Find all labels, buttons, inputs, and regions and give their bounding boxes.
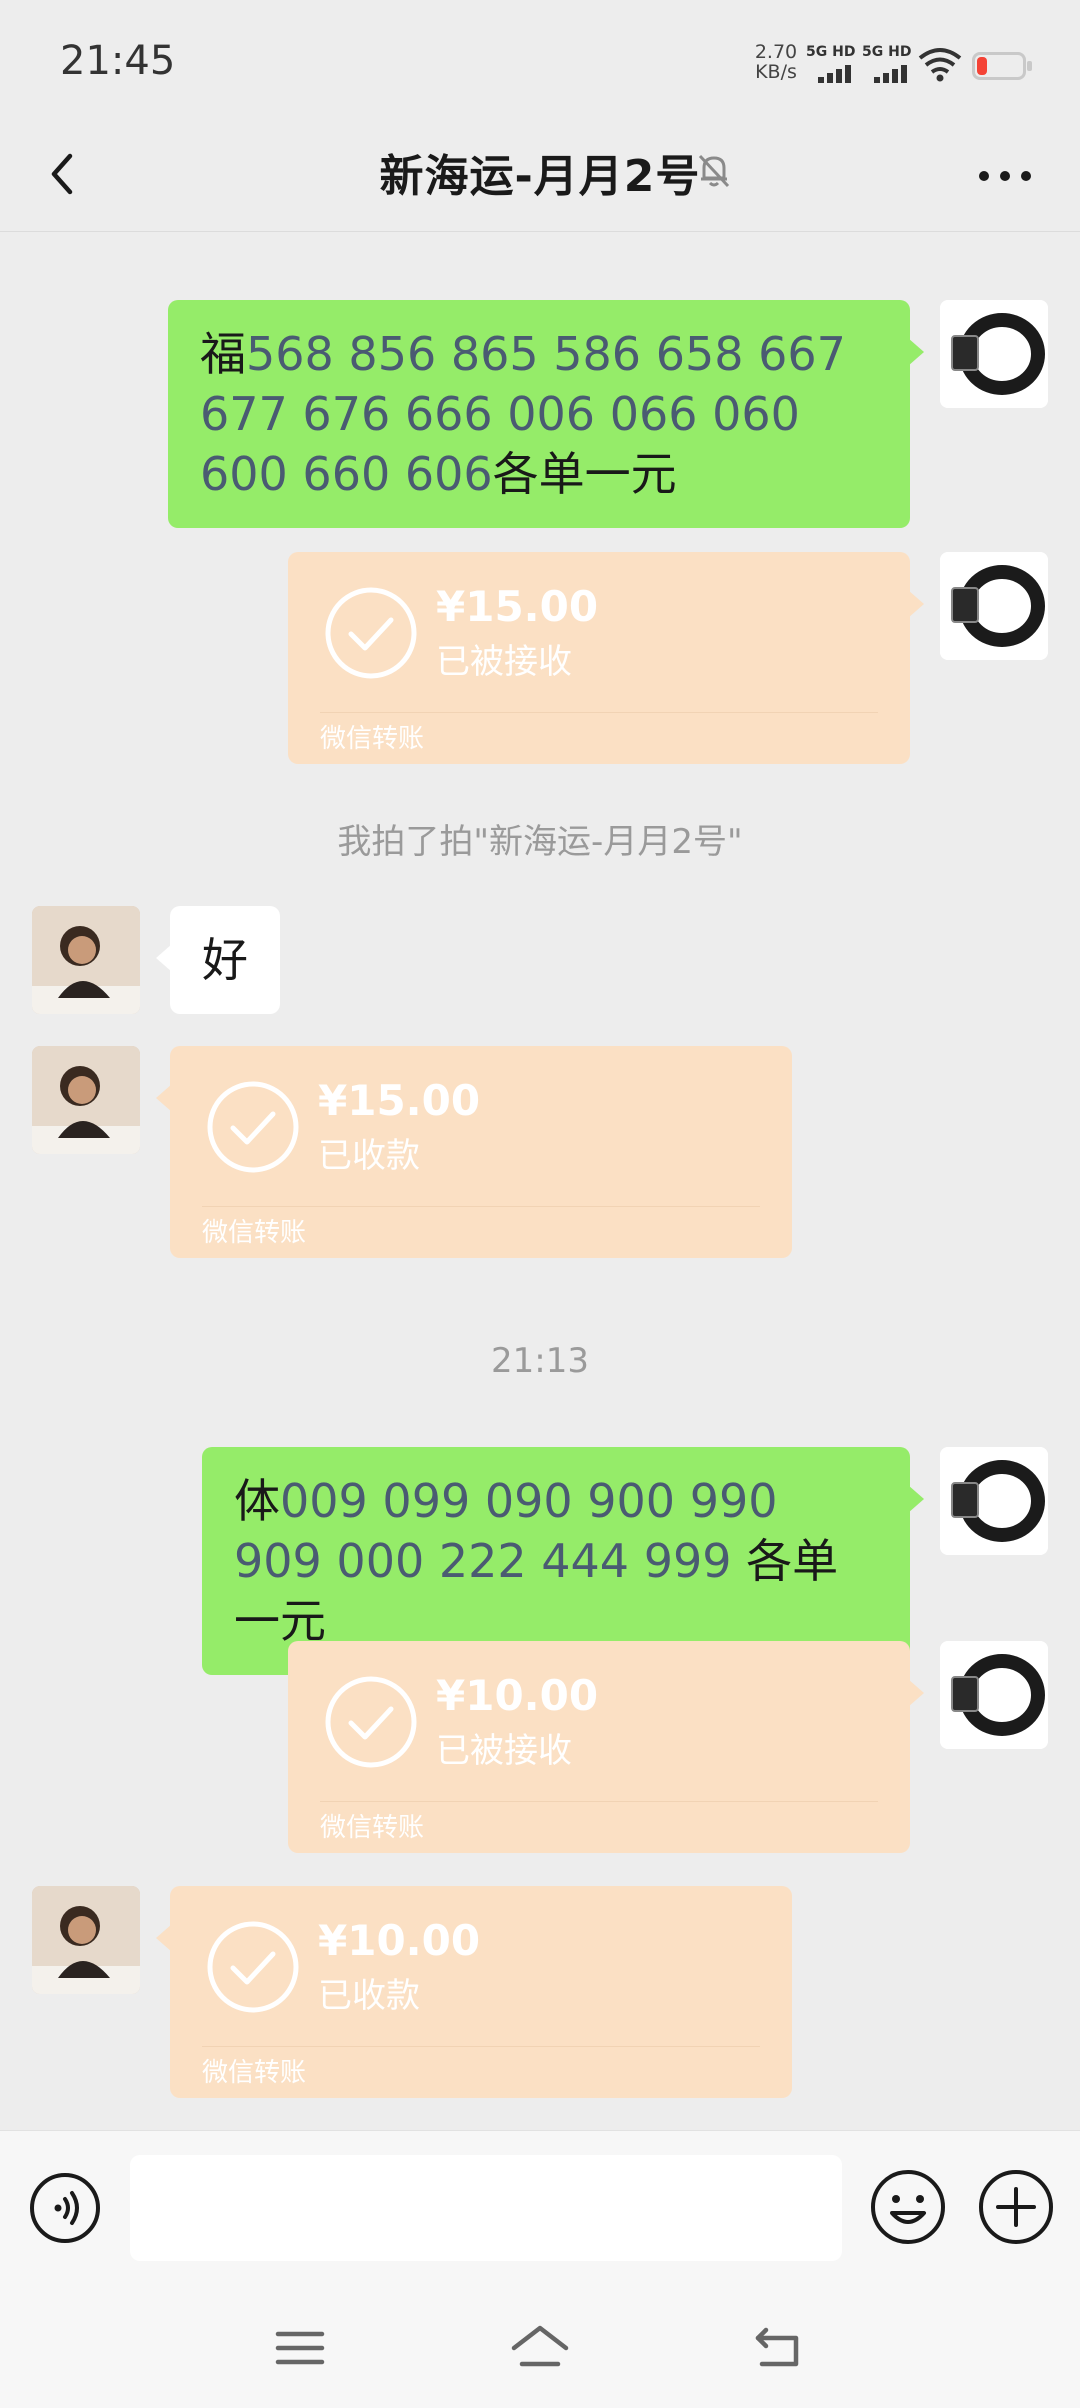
transfer-footer: 微信转账 — [202, 1218, 307, 1248]
voice-icon[interactable] — [28, 2171, 102, 2245]
divider — [202, 2046, 760, 2047]
timestamp: 21:13 — [491, 1341, 589, 1381]
check-circle-icon — [325, 1676, 417, 1768]
check-circle-icon — [207, 1081, 299, 1173]
message-input[interactable] — [130, 2155, 842, 2261]
bell-off-icon — [698, 154, 730, 188]
transfer-card-outgoing[interactable]: ¥10.00 已被接收 微信转账 — [288, 1641, 924, 1853]
person-avatar-icon — [32, 1046, 140, 1154]
message-list[interactable]: 福568 856 865 586 658 667 677 676 666 006… — [0, 233, 1080, 2130]
message-bubble-incoming[interactable]: 好 — [156, 906, 280, 1014]
transfer-status: 已收款 — [318, 1976, 420, 2016]
person-avatar-icon — [32, 1886, 140, 1994]
input-bar — [0, 2130, 1080, 2290]
wifi-icon — [918, 48, 962, 82]
battery-icon — [972, 52, 1032, 80]
plus-circle-icon[interactable] — [976, 2167, 1056, 2247]
transfer-footer: 微信转账 — [320, 1813, 425, 1843]
chat-title: 新海运-月月2号 — [379, 151, 701, 202]
transfer-card-outgoing[interactable]: ¥15.00 已被接收 微信转账 — [288, 552, 924, 764]
menu-icon[interactable] — [270, 2320, 330, 2376]
my-avatar[interactable] — [940, 1641, 1048, 1749]
message-prefix: 体 — [234, 1474, 280, 1528]
transfer-amount: ¥10.00 — [318, 1916, 481, 1965]
transfer-status: 已被接收 — [436, 1731, 572, 1771]
my-avatar[interactable] — [940, 552, 1048, 660]
emoji-icon[interactable] — [868, 2167, 948, 2247]
check-circle-icon — [325, 587, 417, 679]
contact-avatar[interactable] — [32, 906, 140, 1014]
transfer-amount: ¥15.00 — [436, 582, 599, 631]
divider — [320, 712, 878, 713]
divider — [320, 1801, 878, 1802]
divider — [202, 1206, 760, 1207]
transfer-status: 已收款 — [318, 1136, 420, 1176]
message-prefix: 福 — [200, 327, 246, 381]
transfer-status: 已被接收 — [436, 642, 572, 682]
transfer-card-incoming[interactable]: ¥15.00 已收款 微信转账 — [156, 1046, 792, 1258]
belt-avatar-icon — [940, 1447, 1048, 1555]
my-avatar[interactable] — [940, 300, 1048, 408]
status-time: 21:45 — [60, 38, 176, 84]
status-bar: 21:45 2.70 KB/s 5G HD 5G HD — [0, 0, 1080, 120]
transfer-card-incoming[interactable]: ¥10.00 已收款 微信转账 — [156, 1886, 792, 2098]
message-suffix: 各单一元 — [492, 447, 677, 501]
message-text: 好 — [202, 933, 248, 987]
sim1-label: 5G HD — [806, 44, 856, 60]
contact-avatar[interactable] — [32, 1046, 140, 1154]
message-numbers: 009 099 090 900 990 909 000 222 444 999 — [234, 1474, 778, 1588]
contact-avatar[interactable] — [32, 1886, 140, 1994]
sim2-label: 5G HD — [862, 44, 912, 60]
transfer-amount: ¥15.00 — [318, 1076, 481, 1125]
transfer-amount: ¥10.00 — [436, 1671, 599, 1720]
transfer-footer: 微信转账 — [320, 724, 425, 754]
chat-header: 新海运-月月2号 — [0, 120, 1080, 232]
belt-avatar-icon — [940, 552, 1048, 660]
system-message: 我拍了拍"新海运-月月2号" — [337, 822, 743, 862]
person-avatar-icon — [32, 906, 140, 1014]
more-dots-icon[interactable] — [970, 146, 1040, 206]
network-speed: 2.70 KB/s — [746, 42, 806, 82]
my-avatar[interactable] — [940, 1447, 1048, 1555]
transfer-footer: 微信转账 — [202, 2058, 307, 2088]
system-navigation-bar — [0, 2290, 1080, 2408]
back-nav-icon[interactable] — [750, 2320, 810, 2376]
network-speed-unit: KB/s — [755, 61, 797, 83]
network-speed-value: 2.70 — [754, 41, 798, 63]
belt-avatar-icon — [940, 1641, 1048, 1749]
check-circle-icon — [207, 1921, 299, 2013]
home-icon[interactable] — [510, 2320, 570, 2376]
message-bubble-outgoing[interactable]: 福568 856 865 586 658 667 677 676 666 006… — [168, 300, 924, 528]
signal-sim1-icon: 5G HD — [806, 44, 862, 84]
belt-avatar-icon — [940, 300, 1048, 408]
signal-sim2-icon: 5G HD — [862, 44, 918, 84]
